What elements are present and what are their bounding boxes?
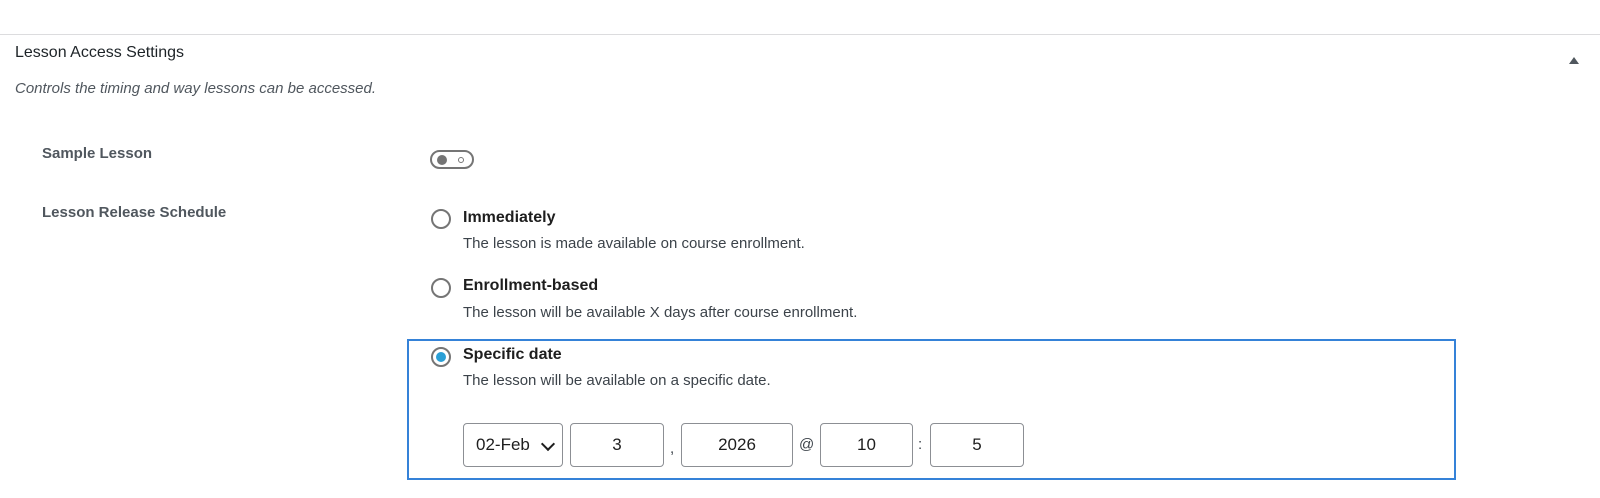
panel-description: Controls the timing and way lessons can … (15, 80, 377, 97)
minute-input[interactable]: 5 (930, 423, 1024, 467)
radio-specific-date[interactable] (431, 347, 451, 367)
day-input[interactable]: 3 (570, 423, 664, 467)
panel-title: Lesson Access Settings (15, 44, 184, 61)
date-separator-comma: , (670, 440, 675, 457)
collapse-arrow-icon[interactable] (1569, 57, 1579, 64)
radio-immediately[interactable] (431, 209, 451, 229)
time-separator-at: @ (799, 436, 815, 453)
option-enrollment-based-label[interactable]: Enrollment-based (463, 277, 598, 295)
chevron-down-icon (540, 436, 556, 452)
hour-input[interactable]: 10 (820, 423, 913, 467)
option-specific-date-description: The lesson will be available on a specif… (463, 372, 771, 389)
month-select[interactable]: 02-Feb (463, 423, 563, 467)
option-enrollment-based-description: The lesson will be available X days afte… (463, 304, 858, 321)
option-immediately-label[interactable]: Immediately (463, 209, 555, 227)
top-divider (0, 34, 1600, 35)
year-input[interactable]: 2026 (681, 423, 793, 467)
month-select-value: 02-Feb (476, 435, 530, 454)
sample-lesson-label: Sample Lesson (42, 145, 153, 162)
option-immediately-description: The lesson is made available on course e… (463, 235, 805, 252)
radio-enrollment-based[interactable] (431, 278, 451, 298)
time-separator-colon: : (918, 436, 923, 453)
sample-lesson-toggle[interactable] (430, 150, 474, 169)
release-schedule-label: Lesson Release Schedule (42, 204, 227, 221)
toggle-knob (437, 155, 447, 165)
option-specific-date-label[interactable]: Specific date (463, 346, 562, 364)
toggle-off-indicator-icon (458, 157, 464, 163)
